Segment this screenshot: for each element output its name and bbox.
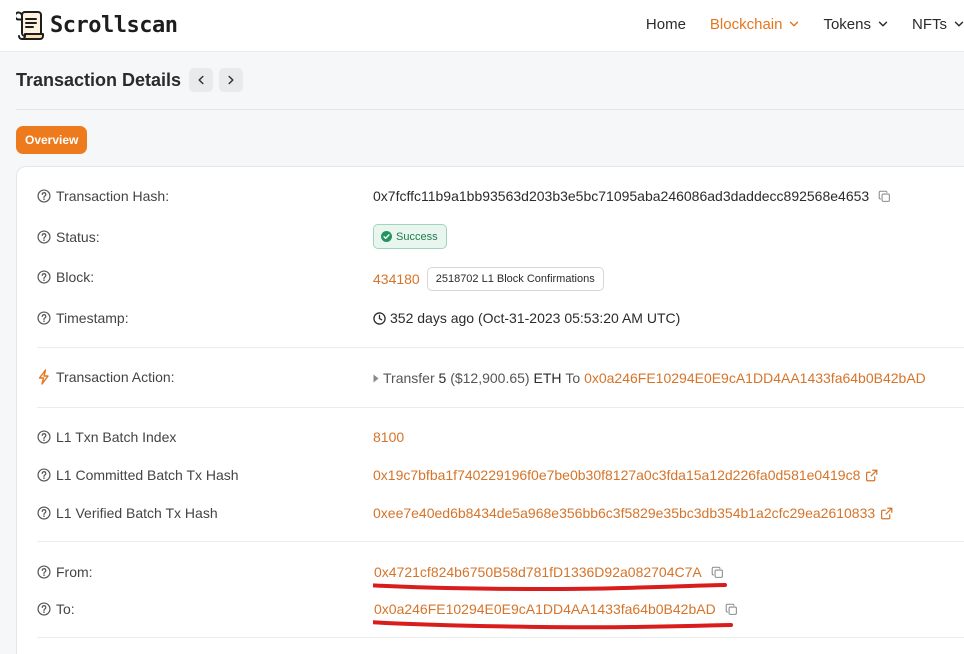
batch-index-link[interactable]: 8100 (373, 429, 404, 445)
question-circle-icon[interactable] (37, 189, 51, 203)
question-circle-icon[interactable] (37, 602, 51, 616)
question-circle-icon[interactable] (37, 311, 51, 325)
brand-logo[interactable]: Scrollscan (16, 9, 178, 41)
row-to: To: (37, 601, 75, 617)
action-value-group: Transfer 5 ($12,900.65) ETH To 0x0a246FE… (373, 370, 926, 386)
check-circle-icon (381, 231, 392, 242)
action-usd: ($12,900.65) (450, 370, 530, 386)
timestamp-label: Timestamp: (56, 310, 129, 326)
nav-home[interactable]: Home (646, 16, 686, 33)
clock-icon (373, 311, 386, 325)
nav-blockchain-label: Blockchain (709, 15, 783, 33)
from-label: From: (56, 564, 93, 580)
transaction-details-card: Transaction Hash: 0x7fcffc11b9a1bb93563d… (16, 166, 964, 654)
action-to-address-link[interactable]: 0x0a246FE10294E0E9cA1DD4AA1433fa64b0B42b… (584, 370, 926, 386)
question-circle-icon[interactable] (37, 430, 51, 444)
batch-index-value-group: 8100 (373, 429, 404, 445)
nav-blockchain[interactable]: Blockchain (710, 16, 800, 33)
chevron-down-icon (789, 19, 799, 29)
confirmations-badge: 2518702 L1 Block Confirmations (426, 267, 604, 291)
row-timestamp: Timestamp: (37, 310, 129, 326)
verified-hash-value-group: 0xee7e40ed6b8434de5a968e356bb6c3f5829e35… (373, 505, 893, 521)
prev-transaction-button[interactable] (189, 68, 214, 92)
copy-icon[interactable] (878, 190, 891, 203)
status-badge: Success (373, 224, 447, 249)
external-link-icon[interactable] (880, 507, 893, 520)
chevron-left-icon (198, 75, 204, 85)
to-address-link[interactable]: 0x0a246FE10294E0E9cA1DD4AA1433fa64b0B42b… (374, 601, 716, 617)
block-number-link[interactable]: 434180 (373, 271, 420, 287)
row-transaction-hash: Transaction Hash: (37, 188, 169, 204)
scroll-logo-icon (16, 11, 44, 40)
committed-hash-label: L1 Committed Batch Tx Hash (56, 467, 239, 483)
section-divider (37, 407, 964, 408)
page-title: Transaction Details (16, 70, 182, 90)
verified-hash-link[interactable]: 0xee7e40ed6b8434de5a968e356bb6c3f5829e35… (373, 505, 875, 521)
action-label: Transaction Action: (56, 369, 175, 385)
row-status: Status: (37, 229, 100, 245)
action-verb: Transfer (383, 370, 435, 386)
next-transaction-button[interactable] (219, 68, 244, 92)
verified-hash-label: L1 Verified Batch Tx Hash (56, 505, 218, 521)
external-link-icon[interactable] (865, 469, 878, 482)
copy-icon[interactable] (711, 566, 724, 579)
action-token: ETH (533, 370, 562, 386)
from-value-group: 0x4721cf824b6750B58d781fD1336D92a082704C… (373, 564, 724, 580)
tx-hash-value-group: 0x7fcffc11b9a1bb93563d203b3e5bc71095aba2… (373, 188, 891, 204)
timestamp-value: 352 days ago (Oct-31-2023 05:53:20 AM UT… (390, 310, 681, 326)
row-block: Block: (37, 269, 94, 285)
tx-hash-value: 0x7fcffc11b9a1bb93563d203b3e5bc71095aba2… (373, 188, 870, 204)
nav-nfts[interactable]: NFTs (912, 16, 964, 33)
to-label: To: (56, 601, 75, 617)
committed-hash-link[interactable]: 0x19c7bfba1f740229196f0e7be0b30f8127a0c3… (373, 467, 860, 483)
action-to-word: To (565, 370, 581, 386)
chevron-down-icon (878, 19, 888, 29)
chevron-down-icon (954, 19, 964, 29)
status-value-group: Success (373, 224, 447, 249)
block-value-group: 434180 2518702 L1 Block Confirmations (373, 267, 604, 291)
nav-tokens[interactable]: Tokens (823, 16, 888, 33)
nav-tokens-label: Tokens (823, 15, 871, 33)
action-amount: 5 (438, 370, 447, 386)
row-committed-hash: L1 Committed Batch Tx Hash (37, 467, 239, 483)
batch-index-label: L1 Txn Batch Index (56, 429, 177, 445)
main-nav: Home Blockchain Tokens NFTs (622, 0, 964, 48)
brand-name: Scrollscan (50, 12, 178, 38)
page-header: Transaction Details (16, 66, 964, 110)
row-transaction-action: Transaction Action: (37, 369, 175, 385)
committed-hash-value-group: 0x19c7bfba1f740229196f0e7be0b30f8127a0c3… (373, 467, 878, 483)
top-navbar: Scrollscan Home Blockchain Tokens NFTs (0, 0, 964, 52)
from-address-link[interactable]: 0x4721cf824b6750B58d781fD1336D92a082704C… (374, 564, 702, 580)
block-label: Block: (56, 269, 95, 285)
row-from: From: (37, 564, 93, 580)
copy-icon[interactable] (725, 603, 738, 616)
status-value: Success (396, 230, 438, 243)
chevron-right-icon (228, 75, 234, 85)
nav-nfts-label: NFTs (912, 15, 947, 33)
question-circle-icon[interactable] (37, 506, 51, 520)
row-verified-hash: L1 Verified Batch Tx Hash (37, 505, 218, 521)
section-divider (37, 637, 964, 638)
question-circle-icon[interactable] (37, 468, 51, 482)
tab-overview[interactable]: Overview (16, 126, 88, 154)
caret-right-icon[interactable] (373, 374, 379, 383)
question-circle-icon[interactable] (37, 270, 51, 284)
timestamp-value-group: 352 days ago (Oct-31-2023 05:53:20 AM UT… (373, 310, 680, 326)
status-label: Status: (56, 229, 100, 245)
tx-hash-label: Transaction Hash: (56, 188, 170, 204)
question-circle-icon[interactable] (37, 230, 51, 244)
lightning-icon (38, 369, 49, 385)
question-circle-icon[interactable] (37, 565, 51, 579)
row-batch-index: L1 Txn Batch Index (37, 429, 176, 445)
nav-home-label: Home (645, 15, 686, 33)
section-divider (37, 347, 964, 348)
section-divider (37, 541, 964, 542)
to-value-group: 0x0a246FE10294E0E9cA1DD4AA1433fa64b0B42b… (373, 601, 738, 617)
